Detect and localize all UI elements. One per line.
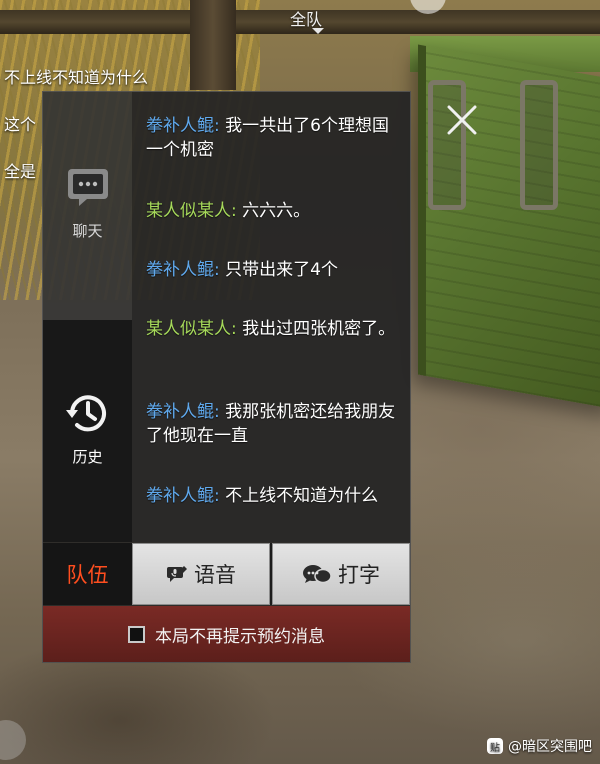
reminder-label: 本局不再提示预约消息 (155, 626, 325, 647)
message-text: 只带出来了4个 (225, 260, 338, 280)
voice-button-label: 语音 (194, 563, 236, 587)
chat-bubble-icon (68, 169, 108, 206)
type-button[interactable]: 打字 (272, 543, 410, 605)
tab-history-label: 历史 (72, 448, 103, 466)
chat-message: 拳补人鲲: 只带出来了4个 (146, 258, 396, 282)
message-text: 六六六。 (242, 201, 311, 221)
crate-clasp (428, 80, 466, 210)
reminder-checkbox[interactable] (128, 625, 145, 643)
chat-panel: 聊天 历史 拳补人鲲: 我一共出了6个理想国一个机密 某人似某人: 六六六。 拳… (42, 91, 411, 663)
watermark-text: @暗区突围吧 (508, 739, 592, 755)
corner-control (0, 720, 26, 760)
overlay-message: 全是 (4, 162, 37, 181)
tab-history[interactable]: 历史 (43, 320, 132, 542)
team-channel-button[interactable]: 队伍 (43, 543, 132, 605)
voice-chat-icon (167, 566, 187, 582)
chat-message: 拳补人鲲: 不上线不知道为什么 (146, 484, 396, 508)
team-channel-label: 队伍 (66, 563, 109, 587)
message-sender: 某人似某人: (146, 201, 237, 221)
chevron-down-icon[interactable] (312, 28, 324, 34)
chat-message: 拳补人鲲: 我一共出了6个理想国一个机密 (146, 114, 396, 162)
overlay-message: 不上线不知道为什么 (4, 68, 149, 87)
chat-sidebar: 聊天 历史 (43, 92, 132, 542)
forum-logo-icon: 贴 (487, 738, 503, 754)
message-text: 我出过四张机密了。 (242, 319, 396, 339)
chat-message: 拳补人鲲: 我那张机密还给我朋友了他现在一直 (146, 400, 396, 448)
type-button-label: 打字 (338, 563, 380, 587)
chat-message: 某人似某人: 六六六。 (146, 199, 396, 223)
team-channel-label[interactable]: 全队 (290, 6, 322, 30)
chat-mode-bar: 队伍 语音 打字 (43, 543, 410, 605)
overlay-message: 这个 (4, 115, 37, 134)
reminder-bar: 本局不再提示预约消息 (43, 606, 410, 662)
close-icon[interactable] (444, 102, 480, 138)
fence-post (190, 0, 236, 90)
message-sender: 某人似某人: (146, 319, 237, 339)
message-list[interactable]: 拳补人鲲: 我一共出了6个理想国一个机密 某人似某人: 六六六。 拳补人鲲: 只… (132, 92, 410, 542)
watermark: 贴 @暗区突围吧 (487, 736, 592, 756)
typing-chat-icon (303, 565, 332, 584)
tab-chat-label: 聊天 (72, 222, 103, 240)
crate-clasp (520, 80, 558, 210)
tab-chat[interactable]: 聊天 (43, 92, 132, 320)
message-sender: 拳补人鲲: (146, 116, 220, 136)
voice-button[interactable]: 语音 (132, 543, 270, 605)
message-sender: 拳补人鲲: (146, 486, 220, 506)
message-text: 不上线不知道为什么 (225, 486, 379, 506)
history-clock-icon (66, 395, 106, 432)
chat-message: 某人似某人: 我出过四张机密了。 (146, 317, 396, 341)
message-sender: 拳补人鲲: (146, 260, 220, 280)
message-sender: 拳补人鲲: (146, 402, 220, 422)
